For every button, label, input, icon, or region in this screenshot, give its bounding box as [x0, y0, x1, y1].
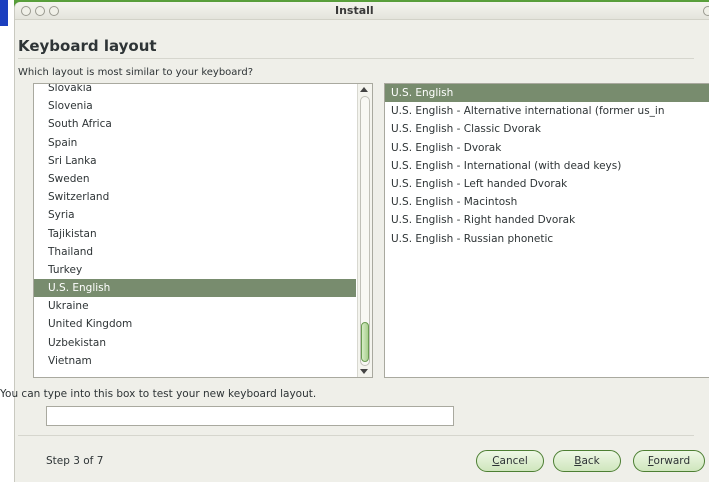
country-list[interactable]: Slovakia Slovenia South Africa Spain Sri Lan…: [33, 83, 373, 378]
country-list-item[interactable]: U.S. English: [34, 279, 356, 298]
country-list-item[interactable]: Thailand: [34, 243, 356, 261]
variant-list[interactable]: U.S. English U.S. English - Alternative i…: [384, 83, 709, 378]
variant-list-item[interactable]: U.S. English - Classic Dvorak: [385, 120, 709, 138]
scroll-down-arrow-icon[interactable]: [360, 369, 368, 374]
variant-list-item[interactable]: U.S. English - Russian phonetic: [385, 230, 709, 248]
window-title: Install: [335, 4, 374, 17]
cancel-button[interactable]: Cancel: [476, 450, 544, 472]
variant-rows: U.S. English U.S. English - Alternative i…: [385, 84, 709, 248]
window-menu-button[interactable]: [703, 6, 709, 16]
country-list-item[interactable]: Vietnam: [34, 352, 356, 370]
country-list-item[interactable]: Ukraine: [34, 297, 356, 315]
variant-list-item[interactable]: U.S. English - Macintosh: [385, 193, 709, 211]
country-list-item[interactable]: South Africa: [34, 115, 356, 133]
forward-button[interactable]: Forward: [633, 450, 705, 472]
country-list-item[interactable]: Turkey: [34, 261, 356, 279]
country-list-item[interactable]: Switzerland: [34, 188, 356, 206]
country-list-item[interactable]: Sri Lanka: [34, 152, 356, 170]
page-title: Keyboard layout: [18, 37, 157, 55]
country-list-item[interactable]: Uzbekistan: [34, 334, 356, 352]
variant-list-item[interactable]: U.S. English - International (with dead …: [385, 157, 709, 175]
desktop-frame-left: [0, 0, 14, 480]
scroll-thumb[interactable]: [361, 322, 369, 363]
step-indicator: Step 3 of 7: [46, 455, 104, 467]
test-box-label: You can type into this box to test your …: [0, 388, 317, 400]
country-list-item[interactable]: Slovakia: [34, 84, 356, 97]
forward-label: orward: [653, 455, 691, 467]
back-button[interactable]: Back: [553, 450, 621, 472]
cancel-label: ancel: [499, 455, 528, 467]
scroll-up-arrow-icon[interactable]: [360, 87, 368, 92]
variant-list-item[interactable]: U.S. English - Left handed Dvorak: [385, 175, 709, 193]
layout-question: Which layout is most similar to your key…: [18, 67, 254, 78]
divider-bottom: [18, 435, 694, 436]
keyboard-test-input[interactable]: [46, 406, 454, 426]
country-list-item[interactable]: Sweden: [34, 170, 356, 188]
divider: [18, 58, 694, 59]
variant-list-item[interactable]: U.S. English: [385, 84, 709, 103]
country-list-item[interactable]: United Kingdom: [34, 315, 356, 333]
back-label: ack: [581, 455, 600, 467]
variant-list-item[interactable]: U.S. English - Right handed Dvorak: [385, 211, 709, 229]
country-list-item[interactable]: Spain: [34, 134, 356, 152]
scroll-track[interactable]: [360, 96, 370, 366]
cancel-mnemonic: C: [492, 455, 500, 467]
desktop-corner: [0, 0, 8, 26]
country-rows: Slovakia Slovenia South Africa Spain Sri Lan…: [34, 84, 356, 370]
minimize-window-button[interactable]: [35, 6, 45, 16]
variant-list-item[interactable]: U.S. English - Alternative international…: [385, 102, 709, 120]
close-window-button[interactable]: [21, 6, 31, 16]
country-scrollbar[interactable]: [357, 84, 372, 377]
variant-list-item[interactable]: U.S. English - Dvorak: [385, 139, 709, 157]
maximize-window-button[interactable]: [49, 6, 59, 16]
title-bar[interactable]: Install: [15, 2, 709, 20]
country-list-item[interactable]: Syria: [34, 206, 356, 224]
country-list-item[interactable]: Tajikistan: [34, 225, 356, 243]
country-list-item[interactable]: Slovenia: [34, 97, 356, 115]
